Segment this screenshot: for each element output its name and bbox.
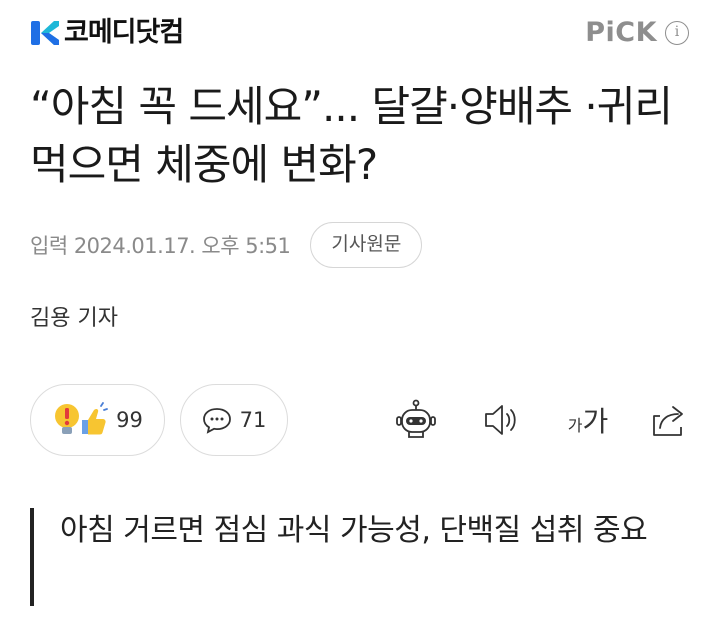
top-bar: 코메디닷컴 PiCK i: [0, 0, 719, 70]
reaction-count: 99: [116, 408, 143, 432]
speech-bubble-icon: [202, 408, 231, 434]
comedy-logo-icon: [31, 21, 59, 45]
pick-badge[interactable]: PiCK i: [585, 16, 689, 50]
font-size-small-label: 가: [567, 416, 583, 435]
robot-icon: [396, 399, 436, 438]
reaction-button[interactable]: 99: [30, 384, 165, 456]
reporter-byline: 김용 기자: [30, 306, 118, 331]
speaker-icon: [485, 405, 516, 435]
summary-bot-button[interactable]: [390, 394, 442, 446]
original-article-button[interactable]: 기사원문: [310, 222, 423, 268]
lightbulb-thumbs-icon: [55, 402, 109, 435]
comment-button[interactable]: 71: [180, 384, 288, 456]
logo-text: 코메디닷컴: [64, 17, 184, 48]
pick-label: PiCK: [585, 17, 657, 48]
font-size-large-label: 가: [582, 405, 609, 438]
comment-count: 71: [239, 408, 267, 432]
publish-date: 입력 2024.01.17. 오후 5:51: [30, 234, 291, 258]
article-subtitle: 아침 거르면 점심 과식 가능성, 단백질 섭취 중요: [30, 508, 670, 606]
subtitle-text: 아침 거르면 점심 과식 가능성, 단백질 섭취 중요: [60, 513, 648, 548]
info-icon[interactable]: i: [665, 21, 689, 45]
site-logo[interactable]: 코메디닷컴: [30, 16, 184, 50]
share-icon: [653, 406, 683, 436]
share-button[interactable]: [642, 394, 694, 446]
font-size-button[interactable]: 가 가: [562, 394, 614, 446]
article-toolbar: 99 71 가 가: [30, 384, 690, 456]
article-title: “아침 꼭 드세요”... 달걀·양배추 ·귀리 먹으면 체중에 변화?: [30, 82, 673, 189]
text-to-speech-button[interactable]: [476, 394, 528, 446]
article-meta: 입력 2024.01.17. 오후 5:51 기사원문: [30, 222, 423, 268]
